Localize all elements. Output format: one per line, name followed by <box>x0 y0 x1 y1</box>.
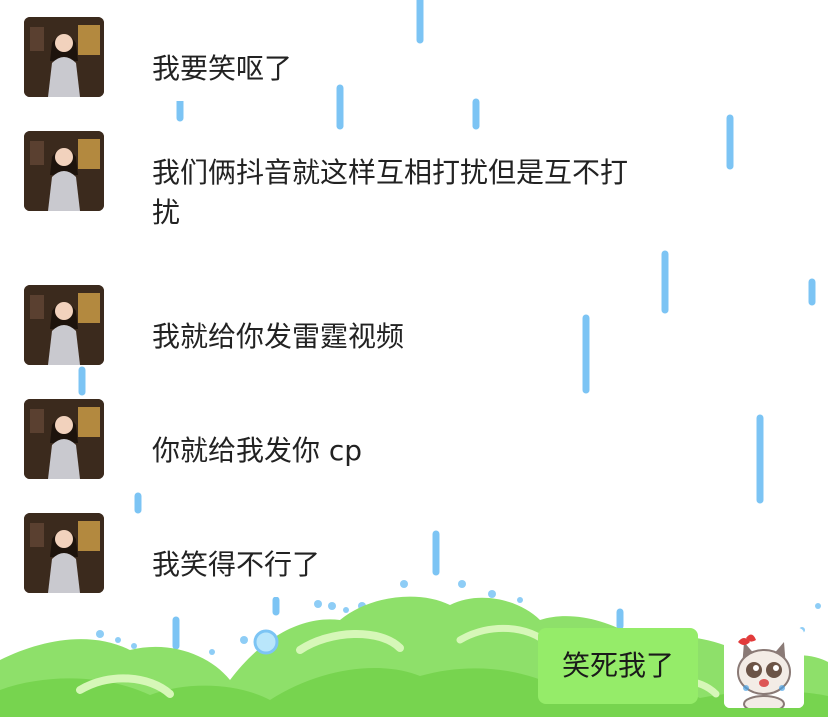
message-text: 你就给我发你 cp <box>152 434 363 467</box>
my-message-text: 笑死我了 <box>561 649 674 682</box>
message-bubble[interactable]: 我们俩抖音就这样互相打扰但是互不打扰 <box>132 141 662 245</box>
clover-field <box>0 596 828 717</box>
contact-avatar-icon <box>24 399 104 479</box>
contact-avatar[interactable] <box>24 285 104 365</box>
contact-avatar[interactable] <box>24 17 104 97</box>
contact-avatar[interactable] <box>24 399 104 479</box>
message-text: 我笑得不行了 <box>152 548 321 581</box>
contact-avatar[interactable] <box>24 513 104 593</box>
contact-avatar[interactable] <box>24 131 104 211</box>
message-bubble[interactable]: 我笑得不行了 <box>132 533 341 597</box>
my-avatar[interactable] <box>724 628 804 708</box>
message-text: 我们俩抖音就这样互相打扰但是互不打扰 <box>152 156 629 229</box>
message-bubble[interactable]: 我要笑呕了 <box>132 37 313 101</box>
message-text: 我要笑呕了 <box>152 52 293 85</box>
contact-avatar-icon <box>24 285 104 365</box>
message-bubble[interactable]: 你就给我发你 cp <box>132 419 383 483</box>
message-text: 我就给你发雷霆视频 <box>152 320 405 353</box>
cat-avatar-icon <box>724 628 804 708</box>
my-message-bubble[interactable]: 笑死我了 <box>537 628 698 704</box>
message-bubble[interactable]: 我就给你发雷霆视频 <box>132 305 425 369</box>
contact-avatar-icon <box>24 513 104 593</box>
contact-avatar-icon <box>24 17 104 97</box>
contact-avatar-icon <box>24 131 104 211</box>
